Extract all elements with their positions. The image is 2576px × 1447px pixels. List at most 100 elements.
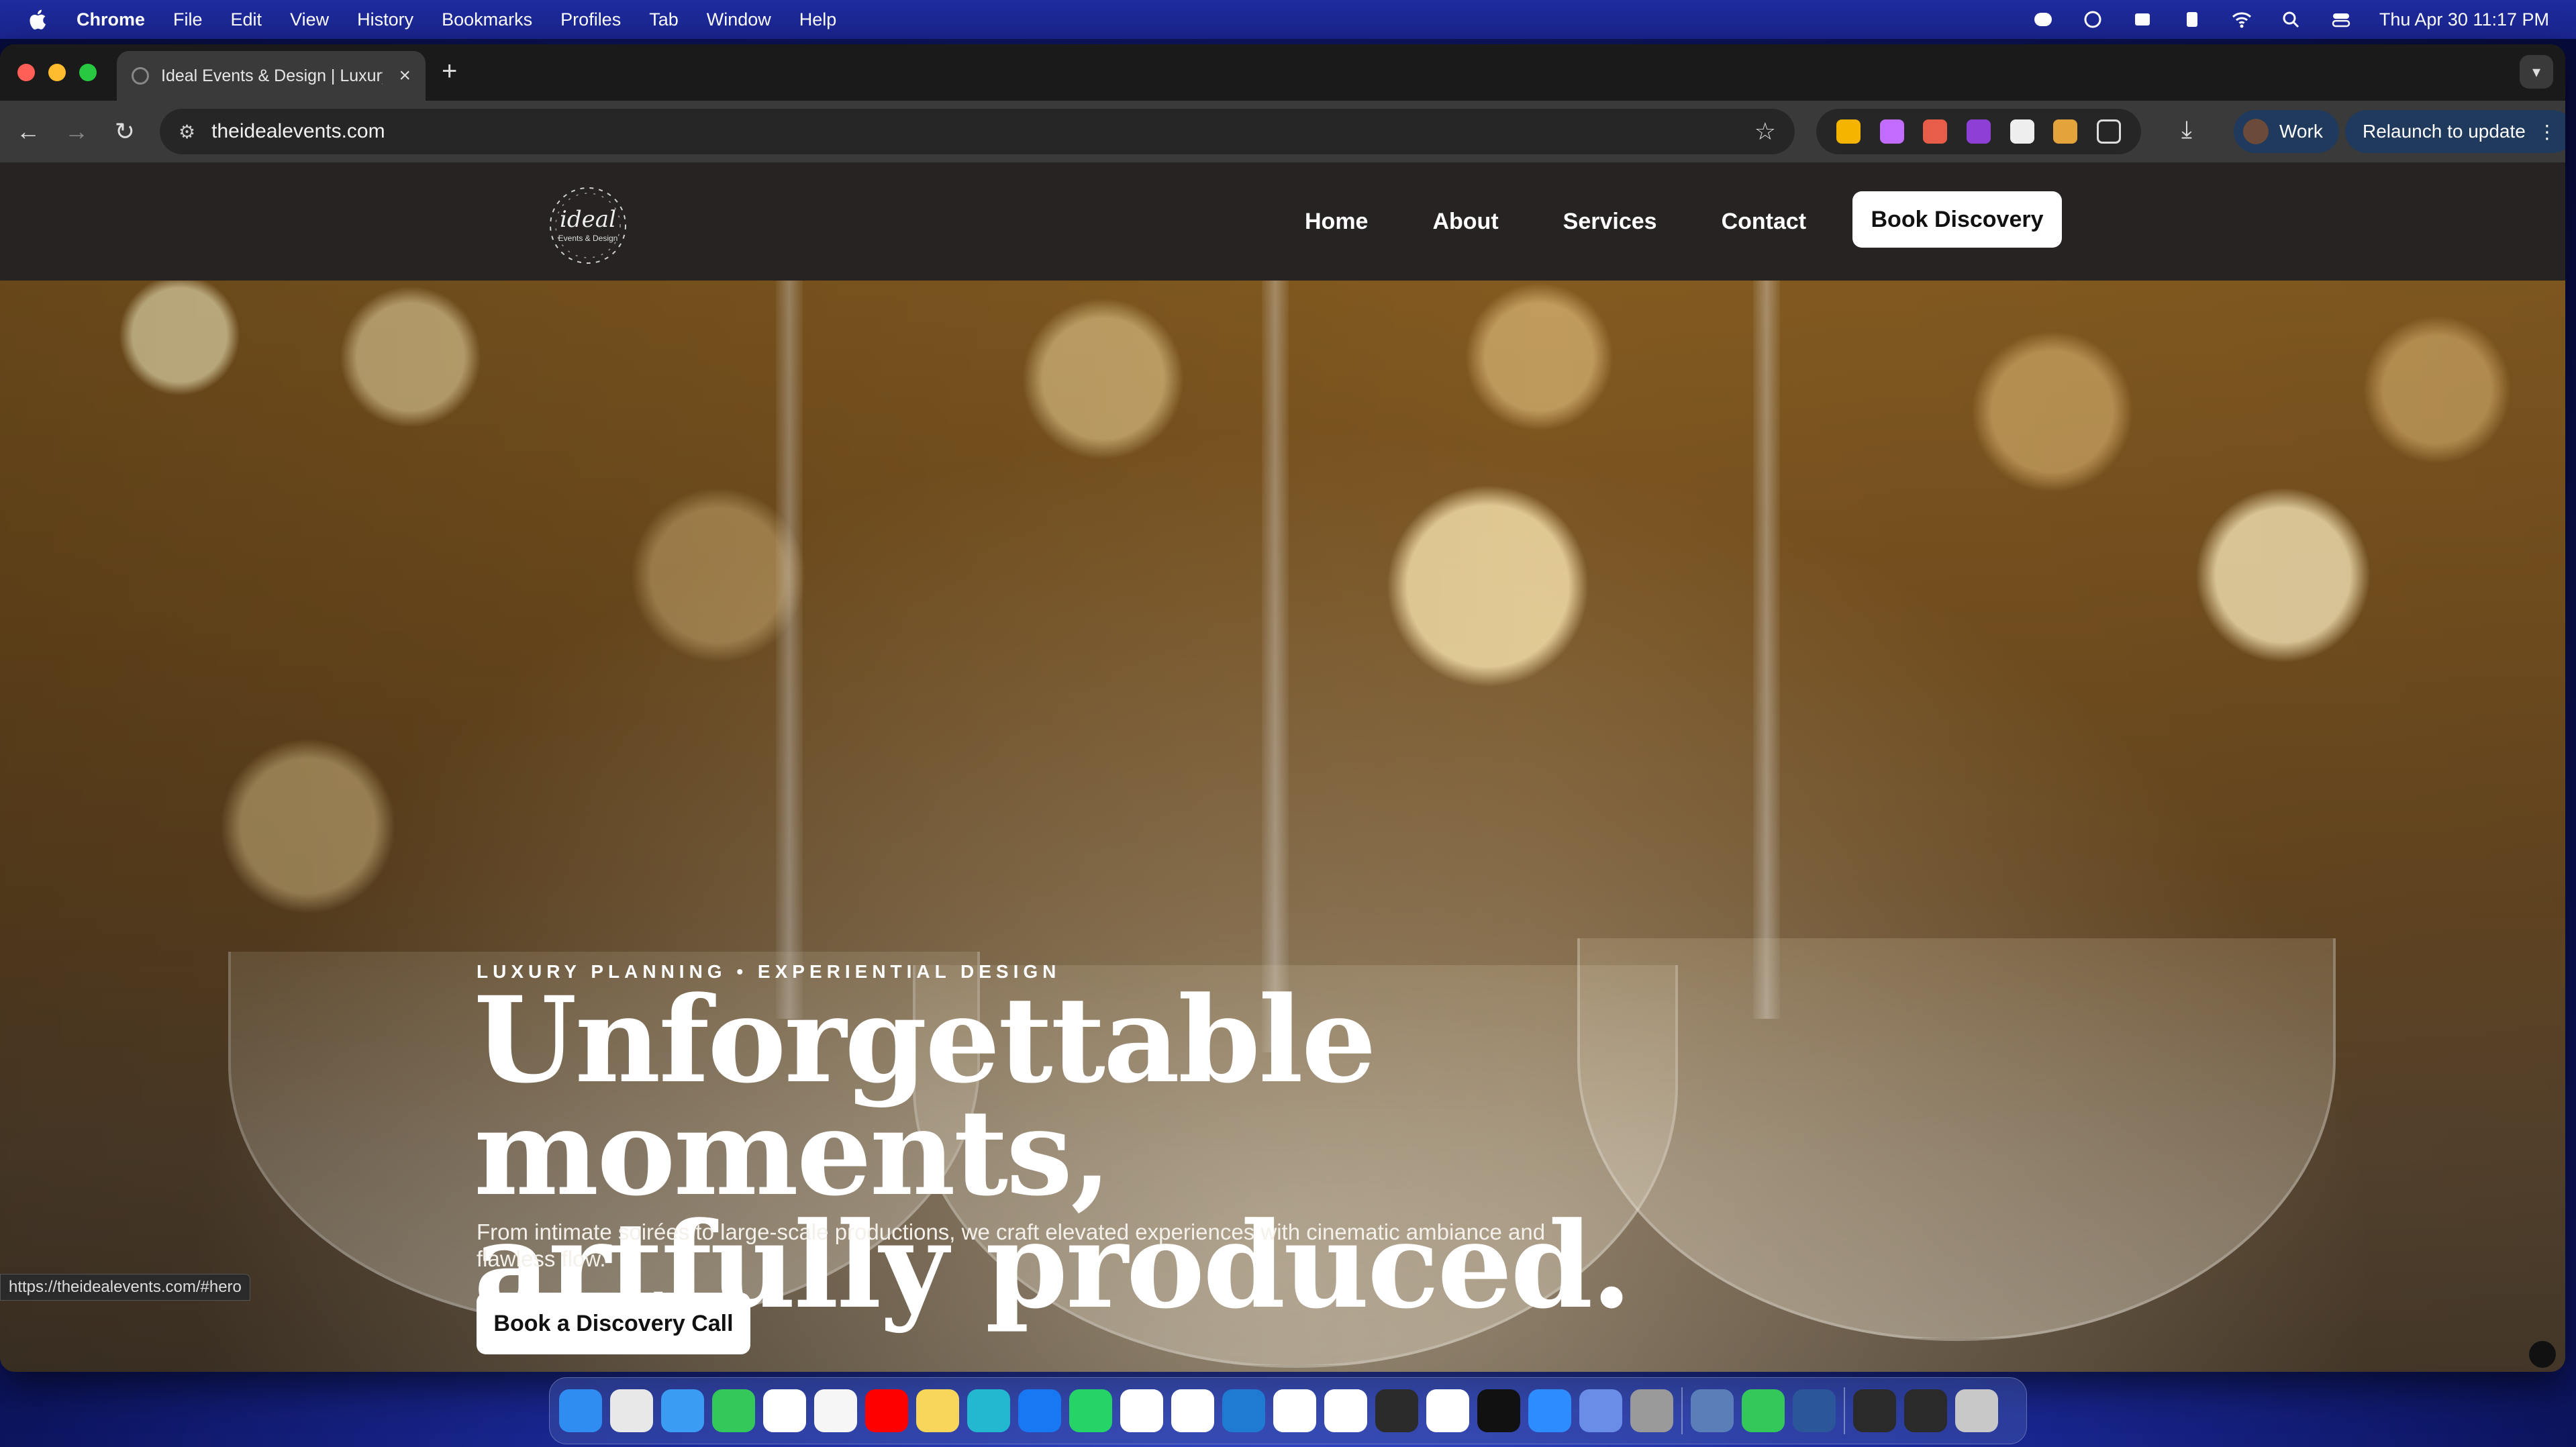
gemini-icon[interactable] — [1324, 1389, 1367, 1432]
word-icon[interactable] — [1793, 1389, 1836, 1432]
extension-6-icon[interactable] — [2053, 119, 2078, 144]
facebook-icon[interactable] — [1018, 1389, 1061, 1432]
gmail-icon[interactable] — [1171, 1389, 1214, 1432]
zoom-status-icon[interactable] — [2032, 9, 2054, 30]
phone-icon[interactable] — [1742, 1389, 1785, 1432]
extensions-group — [1816, 109, 2141, 154]
tab-favicon-icon — [132, 67, 149, 85]
vscode-icon[interactable] — [1222, 1389, 1265, 1432]
canva-icon[interactable] — [967, 1389, 1010, 1432]
trash-icon[interactable] — [1955, 1389, 1998, 1432]
book-discovery-call-button[interactable]: Book a Discovery Call — [477, 1293, 750, 1354]
download-icon[interactable]: ⤓ — [2181, 115, 2192, 144]
zoom-window-button[interactable] — [79, 64, 97, 81]
control-center-icon[interactable] — [2330, 9, 2352, 30]
back-arrow-icon[interactable]: ← — [9, 113, 47, 150]
chrome-icon[interactable] — [1426, 1389, 1469, 1432]
dock-apps — [559, 1389, 1673, 1432]
menu-bookmarks[interactable]: Bookmarks — [442, 9, 532, 30]
more-menu-icon[interactable]: ⋮ — [2538, 121, 2557, 143]
perplexity-icon[interactable] — [1477, 1389, 1520, 1432]
hero-headline-line-1: Unforgettable moments, — [474, 970, 1377, 1222]
minimize-window-button[interactable] — [48, 64, 66, 81]
wallet-status-icon[interactable] — [2131, 9, 2154, 30]
menu-profiles[interactable]: Profiles — [560, 9, 621, 30]
dock-tray — [1853, 1389, 1998, 1432]
bookmark-star-icon[interactable]: ☆ — [1754, 117, 1776, 146]
recent-window-1-icon[interactable] — [1853, 1389, 1896, 1432]
tab-title: Ideal Events & Design | Luxury — [161, 66, 383, 85]
web-viewport: ideal Events & Design Home About Service… — [0, 162, 2565, 1372]
notes-icon[interactable] — [916, 1389, 959, 1432]
window-controls — [17, 64, 97, 81]
browser-toolbar: ← → ↻ ⚙ theidealevents.com ☆ ⤓ Work Rela… — [0, 101, 2565, 162]
chatgpt-status-icon[interactable] — [2081, 9, 2104, 30]
finder-icon[interactable] — [559, 1389, 602, 1432]
extension-4-icon[interactable] — [1966, 119, 1991, 144]
slack-icon[interactable] — [763, 1389, 806, 1432]
extension-1-icon[interactable] — [1836, 119, 1861, 144]
relaunch-button[interactable]: Relaunch to update ⋮ — [2345, 110, 2565, 153]
tab-close-icon[interactable]: × — [399, 64, 411, 87]
menu-tab[interactable]: Tab — [649, 9, 679, 30]
files-icon[interactable] — [1579, 1389, 1622, 1432]
site-header: ideal Events & Design Home About Service… — [0, 162, 2565, 281]
youtube-icon[interactable] — [865, 1389, 908, 1432]
extension-3-icon[interactable] — [1923, 119, 1948, 144]
launchpad-icon[interactable] — [610, 1389, 653, 1432]
active-tab[interactable]: Ideal Events & Design | Luxury × — [117, 51, 426, 101]
dock-apps-secondary — [1691, 1389, 1836, 1432]
menu-history[interactable]: History — [357, 9, 413, 30]
claude-icon[interactable] — [1375, 1389, 1418, 1432]
zoom-icon[interactable] — [1528, 1389, 1571, 1432]
floating-widget-button[interactable] — [2529, 1341, 2556, 1368]
new-tab-button[interactable]: + — [442, 58, 457, 85]
safari-icon[interactable] — [661, 1389, 704, 1432]
profile-avatar — [2243, 119, 2269, 144]
book-discovery-button[interactable]: Book Discovery — [1852, 191, 2062, 248]
whatsapp-icon[interactable] — [1069, 1389, 1112, 1432]
menu-view[interactable]: View — [290, 9, 329, 30]
menu-file[interactable]: File — [173, 9, 203, 30]
menu-help[interactable]: Help — [799, 9, 837, 30]
profile-label: Work — [2279, 121, 2323, 142]
forward-arrow-icon[interactable]: → — [58, 113, 95, 150]
logo-subtitle: Events & Design — [558, 234, 618, 243]
extension-5-icon[interactable] — [2010, 119, 2034, 144]
chatgpt-icon[interactable] — [1273, 1389, 1316, 1432]
photos-icon[interactable] — [814, 1389, 857, 1432]
extensions-puzzle-icon[interactable] — [2096, 119, 2121, 144]
site-logo[interactable]: ideal Events & Design — [542, 180, 634, 271]
status-bar-url: https://theidealevents.com/#hero — [0, 1274, 250, 1301]
nav-services[interactable]: Services — [1563, 209, 1657, 235]
preview-icon[interactable] — [1691, 1389, 1734, 1432]
wifi-icon[interactable] — [2230, 9, 2253, 30]
user-status-icon[interactable] — [2181, 9, 2203, 30]
dock-separator — [1681, 1387, 1683, 1434]
messages-icon[interactable] — [712, 1389, 755, 1432]
site-info-icon[interactable]: ⚙ — [179, 121, 195, 143]
apple-icon[interactable] — [27, 8, 47, 31]
reload-icon[interactable]: ↻ — [106, 113, 144, 150]
logo-word: ideal — [560, 206, 616, 233]
menu-app-name[interactable]: Chrome — [77, 9, 145, 30]
nav-contact[interactable]: Contact — [1722, 209, 1807, 235]
profile-button[interactable]: Work — [2234, 110, 2339, 153]
nav-home[interactable]: Home — [1305, 209, 1368, 235]
close-window-button[interactable] — [17, 64, 35, 81]
recent-window-2-icon[interactable] — [1904, 1389, 1947, 1432]
relaunch-label: Relaunch to update — [2363, 121, 2526, 142]
capcut-icon[interactable] — [1120, 1389, 1163, 1432]
nav-about[interactable]: About — [1432, 209, 1498, 235]
browser-window: Ideal Events & Design | Luxury × + ▾ ← →… — [0, 44, 2565, 1372]
address-url[interactable]: theidealevents.com — [211, 120, 385, 143]
menu-edit[interactable]: Edit — [231, 9, 262, 30]
site-nav: Home About Services Contact — [1305, 162, 1806, 281]
spotlight-search-icon[interactable] — [2280, 9, 2303, 30]
menu-window[interactable]: Window — [707, 9, 771, 30]
tab-search-chevron-icon[interactable]: ▾ — [2520, 55, 2553, 89]
settings-icon[interactable] — [1630, 1389, 1673, 1432]
extension-2-icon[interactable] — [1879, 119, 1904, 144]
menu-clock[interactable]: Thu Apr 30 11:17 PM — [2379, 9, 2549, 30]
address-bar[interactable]: ⚙ theidealevents.com ☆ — [160, 109, 1795, 154]
